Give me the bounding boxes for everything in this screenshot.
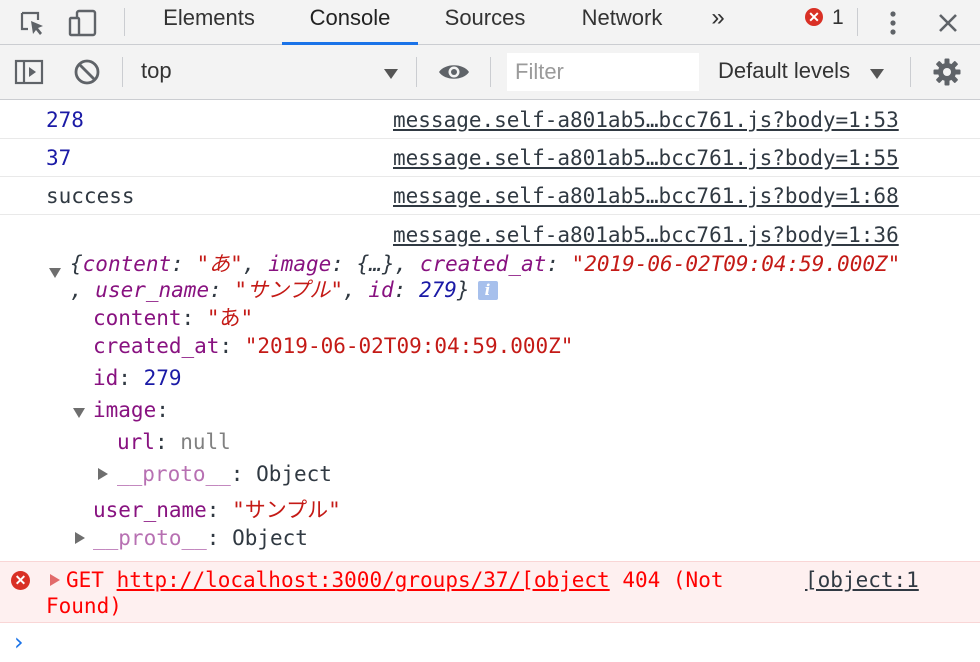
info-icon[interactable]: i xyxy=(477,281,498,300)
property-proto[interactable]: __proto__: Object xyxy=(93,526,308,550)
tab-sources[interactable]: Sources xyxy=(426,0,544,45)
toolbar-separator xyxy=(910,57,911,87)
clear-console-icon[interactable] xyxy=(72,45,102,99)
tab-elements[interactable]: Elements xyxy=(144,0,274,45)
source-link[interactable]: message.self-a801ab5…bcc761.js?body=1:53 xyxy=(393,108,899,132)
gear-icon[interactable] xyxy=(930,45,964,99)
collapse-triangle-icon[interactable] xyxy=(73,408,85,418)
property-created-at: created_at: "2019-06-02T09:04:59.000Z" xyxy=(93,334,574,358)
toolbar-separator xyxy=(490,57,491,87)
error-source-link[interactable]: [object:1 xyxy=(805,568,919,592)
error-count[interactable]: 1 xyxy=(832,6,844,30)
property-url: url: null xyxy=(117,430,231,454)
chevron-down-icon[interactable] xyxy=(870,69,884,79)
tab-separator xyxy=(857,8,858,36)
property-user-name: user_name: "サンプル" xyxy=(93,498,341,522)
console-message-row: success message.self-a801ab5…bcc761.js?b… xyxy=(0,177,980,215)
console-prompt-icon[interactable]: › xyxy=(14,628,24,656)
devtools-tab-bar: Elements Console Sources Network » ✕ 1 xyxy=(0,0,980,45)
expand-triangle-icon[interactable] xyxy=(50,574,60,586)
close-icon[interactable] xyxy=(934,0,962,45)
error-message[interactable]: GET http://localhost:3000/groups/37/[obj… xyxy=(66,568,724,592)
source-link[interactable]: message.self-a801ab5…bcc761.js?body=1:55 xyxy=(393,146,899,170)
console-message-row: 37 message.self-a801ab5…bcc761.js?body=1… xyxy=(0,139,980,177)
log-text[interactable]: success xyxy=(46,184,135,208)
context-selector[interactable]: top xyxy=(141,58,172,84)
collapse-triangle-icon[interactable] xyxy=(49,268,61,278)
eye-icon[interactable] xyxy=(436,45,472,99)
error-url-link[interactable]: http://localhost:3000/groups/37/[object xyxy=(117,568,610,592)
chevron-down-icon[interactable] xyxy=(384,69,398,79)
tab-console[interactable]: Console xyxy=(282,0,418,45)
kebab-menu-icon[interactable] xyxy=(880,0,906,45)
console-message-row: 278 message.self-a801ab5…bcc761.js?body=… xyxy=(0,101,980,139)
device-toolbar-icon[interactable] xyxy=(66,0,102,45)
log-levels-dropdown[interactable]: Default levels xyxy=(718,58,850,84)
expand-triangle-icon[interactable] xyxy=(98,468,108,480)
error-icon: ✕ xyxy=(11,571,30,590)
more-tabs-button[interactable]: » xyxy=(700,0,736,45)
filter-input[interactable] xyxy=(507,53,699,91)
property-image[interactable]: image: xyxy=(93,398,169,422)
source-link[interactable]: message.self-a801ab5…bcc761.js?body=1:36 xyxy=(393,223,899,247)
inspect-element-icon[interactable] xyxy=(16,0,48,45)
toolbar-separator xyxy=(122,57,123,87)
console-error-row: ✕ GET http://localhost:3000/groups/37/[o… xyxy=(0,561,980,623)
property-proto[interactable]: __proto__: Object xyxy=(117,462,332,486)
property-id: id: 279 xyxy=(93,366,182,390)
error-count-icon[interactable]: ✕ xyxy=(805,8,823,26)
source-link[interactable]: message.self-a801ab5…bcc761.js?body=1:68 xyxy=(393,184,899,208)
object-preview-line2[interactable]: , user_name: "サンプル", id: 279} i xyxy=(70,274,498,304)
tab-separator xyxy=(124,8,125,36)
show-sidebar-icon[interactable] xyxy=(12,45,46,99)
error-message-cont: Found) xyxy=(46,594,122,618)
expand-triangle-icon[interactable] xyxy=(75,532,85,544)
toolbar-separator xyxy=(416,57,417,87)
log-value[interactable]: 37 xyxy=(46,146,71,170)
log-value[interactable]: 278 xyxy=(46,108,84,132)
property-content: content: "あ" xyxy=(93,306,254,330)
tab-network[interactable]: Network xyxy=(562,0,682,45)
console-toolbar: top Default levels xyxy=(0,45,980,100)
